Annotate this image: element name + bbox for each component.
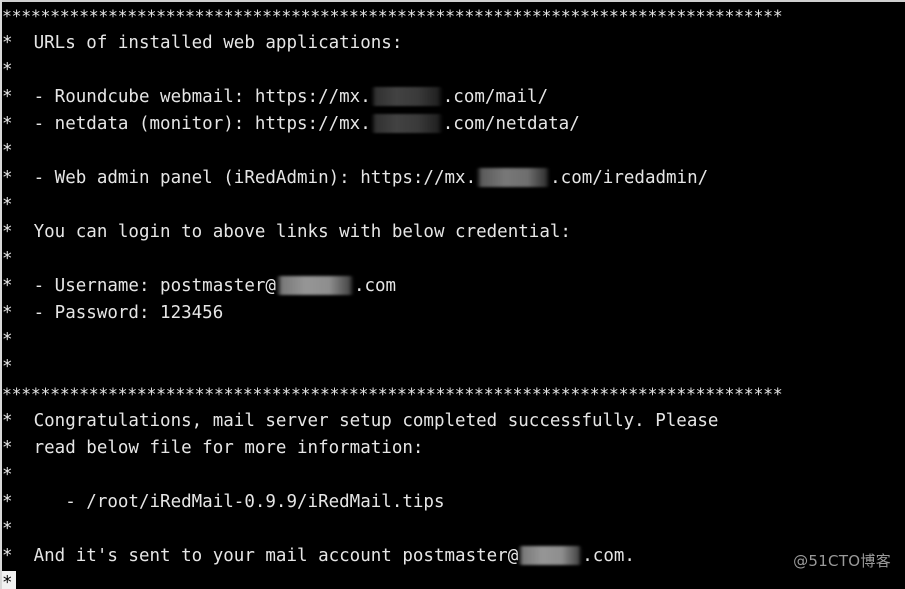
line-text: * <box>2 357 13 377</box>
line-text-suffix: .com/mail/ <box>442 87 549 107</box>
terminal-line-blank-5: * <box>0 327 905 354</box>
line-text: * - /root/iRedMail-0.9.9/iRedMail.tips <box>2 492 445 512</box>
line-text-suffix: .com <box>353 276 397 296</box>
terminal-line-blank-7: * <box>0 462 905 489</box>
terminal-line-blank-8: * <box>0 516 905 543</box>
line-text: * <box>2 60 13 80</box>
site-watermark: @51CTO博客 <box>793 552 891 570</box>
terminal-window: ****************************************… <box>0 0 905 589</box>
terminal-line-blank-1: * <box>0 57 905 84</box>
redacted-domain <box>370 113 443 133</box>
redacted-domain <box>275 275 354 295</box>
redacted-domain <box>518 545 583 565</box>
terminal-line-congrats-2: * read below file for more information: <box>0 435 905 462</box>
line-text-prefix: * - netdata (monitor): https://mx. <box>2 114 371 134</box>
line-text: * <box>2 330 13 350</box>
line-text-prefix: * - Web admin panel (iRedAdmin): https:/… <box>2 168 477 188</box>
terminal-line-rule-top: ****************************************… <box>0 3 905 30</box>
terminal-line-url-iredadmin: * - Web admin panel (iRedAdmin): https:/… <box>0 165 905 192</box>
cursor-glyph: * <box>2 573 13 589</box>
redacted-domain <box>370 86 443 106</box>
line-text: ****************************************… <box>2 7 783 26</box>
terminal-line-cursor-row: * <box>0 570 905 589</box>
line-text: * URLs of installed web applications: <box>2 33 403 53</box>
terminal-line-tips-path: * - /root/iRedMail-0.9.9/iRedMail.tips <box>0 489 905 516</box>
terminal-line-congrats-1: * Congratulations, mail server setup com… <box>0 408 905 435</box>
terminal-line-urls-heading: * URLs of installed web applications: <box>0 30 905 57</box>
line-text: * <box>2 141 13 161</box>
terminal-line-sent-to: * And it's sent to your mail account pos… <box>0 543 905 570</box>
line-text-prefix: * - Roundcube webmail: https://mx. <box>2 87 371 107</box>
terminal-line-cred-password: * - Password: 123456 <box>0 300 905 327</box>
terminal-line-blank-4: * <box>0 246 905 273</box>
line-text: * Congratulations, mail server setup com… <box>2 411 719 431</box>
line-text-suffix: .com. <box>582 546 635 566</box>
line-text: * <box>2 573 13 589</box>
redacted-domain <box>476 167 551 187</box>
line-text: * <box>2 465 13 485</box>
terminal-line-blank-3: * <box>0 192 905 219</box>
terminal-line-rule-mid: ****************************************… <box>0 381 905 408</box>
line-text: * <box>2 249 13 269</box>
terminal-line-blank-2: * <box>0 138 905 165</box>
line-text-suffix: .com/netdata/ <box>442 114 580 134</box>
terminal-line-login-heading: * You can login to above links with belo… <box>0 219 905 246</box>
line-text: ****************************************… <box>2 385 783 404</box>
terminal-line-url-roundcube: * - Roundcube webmail: https://mx. .com/m… <box>0 84 905 111</box>
line-text: * <box>2 519 13 539</box>
terminal-line-cred-username: * - Username: postmaster@ .com <box>0 273 905 300</box>
terminal-line-url-netdata: * - netdata (monitor): https://mx. .com/n… <box>0 111 905 138</box>
terminal-screen[interactable]: ****************************************… <box>0 3 905 589</box>
line-text: * You can login to above links with belo… <box>2 222 571 242</box>
terminal-line-blank-6: * <box>0 354 905 381</box>
line-text: * - Password: 123456 <box>2 303 224 323</box>
line-text: * read below file for more information: <box>2 438 424 458</box>
line-text-suffix: .com/iredadmin/ <box>550 168 709 188</box>
line-text: * <box>2 195 13 215</box>
line-text-prefix: * - Username: postmaster@ <box>2 276 276 296</box>
line-text-prefix: * And it's sent to your mail account pos… <box>2 546 519 566</box>
